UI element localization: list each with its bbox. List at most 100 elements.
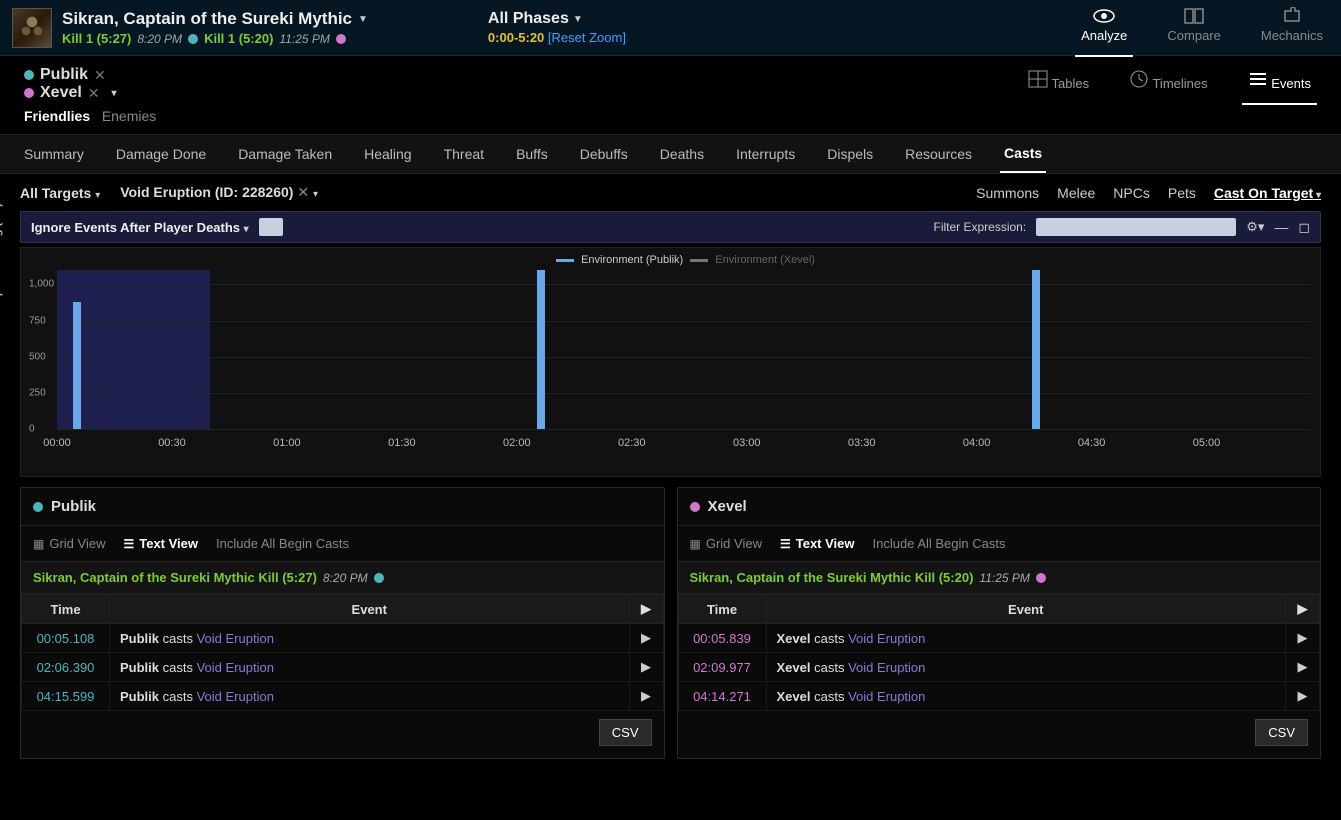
tab-casts[interactable]: Casts	[1000, 135, 1046, 173]
text-view-toggle[interactable]: ☰Text View	[123, 536, 198, 551]
spell-link[interactable]: Void Eruption	[848, 689, 925, 704]
player1-name[interactable]: Publik	[40, 66, 88, 84]
tab-dispels[interactable]: Dispels	[823, 136, 877, 172]
tab-mechanics[interactable]: Mechanics	[1255, 3, 1329, 53]
expand-row-icon[interactable]: ▶	[629, 653, 663, 682]
reset-zoom-link[interactable]: [Reset Zoom]	[548, 30, 626, 45]
tab-damage-taken[interactable]: Damage Taken	[234, 136, 336, 172]
event-time: 02:09.977	[678, 653, 766, 682]
spell-link[interactable]: Void Eruption	[848, 631, 925, 646]
view-events-label: Events	[1271, 76, 1311, 91]
table-row: 00:05.839Xevel casts Void Eruption▶	[678, 624, 1320, 653]
filter-melee[interactable]: Melee	[1057, 185, 1095, 201]
chart-bar[interactable]	[537, 270, 545, 429]
event-time: 04:15.599	[22, 682, 110, 711]
spell-link[interactable]: Void Eruption	[197, 689, 274, 704]
tab-deaths[interactable]: Deaths	[656, 136, 708, 172]
ignore-label: Ignore Events After Player Deaths	[31, 220, 240, 235]
expand-row-icon[interactable]: ▶	[1286, 682, 1320, 711]
view-tables[interactable]: Tables	[1022, 66, 1095, 101]
minimize-icon[interactable]: —	[1274, 219, 1288, 235]
legend-label[interactable]: Environment (Publik)	[578, 254, 686, 266]
filter-expression-input[interactable]	[1036, 218, 1236, 236]
ability-remove-icon[interactable]: ✕	[297, 184, 309, 200]
tab-summary[interactable]: Summary	[20, 136, 88, 172]
chart-bar[interactable]	[73, 302, 81, 429]
time-header[interactable]: Time	[678, 595, 766, 624]
table-row: 04:14.271Xevel casts Void Eruption▶	[678, 682, 1320, 711]
chevron-down-icon: ▾	[95, 190, 100, 201]
kill2-label[interactable]: Kill 1 (5:20)	[204, 31, 273, 46]
panel-header: Publik	[21, 488, 664, 526]
targets-label: All Targets	[20, 185, 91, 201]
maximize-icon[interactable]: ◻	[1298, 219, 1310, 236]
csv-button[interactable]: CSV	[599, 719, 652, 746]
tab-resources[interactable]: Resources	[901, 136, 976, 172]
view-timelines[interactable]: Timelines	[1123, 66, 1214, 101]
grid-icon: ▦	[690, 537, 701, 551]
event-desc: Xevel casts Void Eruption	[766, 624, 1286, 653]
event-header[interactable]: Event	[110, 595, 630, 624]
expand-row-icon[interactable]: ▶	[1286, 653, 1320, 682]
y-tick: 0	[29, 424, 35, 435]
events-table: TimeEvent▶00:05.839Xevel casts Void Erup…	[678, 594, 1321, 711]
csv-button[interactable]: CSV	[1255, 719, 1308, 746]
legend-label[interactable]: Environment (Xevel)	[712, 254, 815, 266]
tab-compare[interactable]: Compare	[1161, 3, 1226, 53]
chevron-down-icon: ▾	[313, 189, 318, 200]
event-header[interactable]: Event	[766, 595, 1286, 624]
kill1-label[interactable]: Kill 1 (5:27)	[62, 31, 131, 46]
tab-analyze[interactable]: Analyze	[1075, 3, 1133, 53]
grid-view-toggle[interactable]: ▦Grid View	[33, 536, 105, 551]
expand-row-icon[interactable]: ▶	[1286, 624, 1320, 653]
puzzle-icon	[1281, 7, 1303, 25]
spell-link[interactable]: Void Eruption	[197, 660, 274, 675]
expand-row-icon[interactable]: ▶	[629, 624, 663, 653]
tab-damage-done[interactable]: Damage Done	[112, 136, 210, 172]
player2-remove-icon[interactable]: ✕	[88, 85, 100, 102]
player2-name[interactable]: Xevel	[40, 84, 82, 102]
chart-plot-area[interactable]: 02505007501,00000:0000:3001:0001:3002:00…	[57, 270, 1310, 430]
expand-header[interactable]: ▶	[1286, 595, 1320, 624]
spell-link[interactable]: Void Eruption	[848, 660, 925, 675]
enemies-tab[interactable]: Enemies	[102, 108, 156, 124]
kill-time: 8:20 PM	[323, 571, 368, 585]
filter-pets[interactable]: Pets	[1168, 185, 1196, 201]
cast-chart[interactable]: Environment (Publik) Environment (Xevel)…	[20, 247, 1321, 477]
filter-npcs[interactable]: NPCs	[1113, 185, 1150, 201]
tab-buffs[interactable]: Buffs	[512, 136, 552, 172]
tab-debuffs[interactable]: Debuffs	[576, 136, 632, 172]
spell-link[interactable]: Void Eruption	[197, 631, 274, 646]
time-header[interactable]: Time	[22, 595, 110, 624]
ignore-dropdown[interactable]: Ignore Events After Player Deaths ▾	[31, 220, 249, 235]
expand-row-icon[interactable]: ▶	[629, 682, 663, 711]
toggle-box[interactable]	[259, 218, 283, 236]
tab-threat[interactable]: Threat	[440, 136, 488, 172]
tab-interrupts[interactable]: Interrupts	[732, 136, 799, 172]
expand-header[interactable]: ▶	[629, 595, 663, 624]
filter-summons[interactable]: Summons	[976, 185, 1039, 201]
friendlies-tab[interactable]: Friendlies	[24, 108, 90, 124]
ability-filter[interactable]: Void Eruption (ID: 228260) ✕ ▾	[120, 184, 318, 201]
include-begin-casts[interactable]: Include All Begin Casts	[873, 536, 1006, 551]
eye-icon	[1093, 7, 1115, 25]
y-tick: 750	[29, 315, 46, 326]
gear-icon[interactable]: ⚙▾	[1246, 219, 1264, 235]
player1-remove-icon[interactable]: ✕	[94, 67, 106, 84]
chevron-down-icon[interactable]: ▾	[112, 88, 117, 99]
targets-dropdown[interactable]: All Targets ▾	[20, 185, 100, 201]
filter-cast-on-target[interactable]: Cast On Target ▾	[1214, 185, 1321, 201]
event-desc: Publik casts Void Eruption	[110, 682, 630, 711]
x-tick: 00:00	[43, 437, 71, 449]
chart-bar[interactable]	[1032, 270, 1040, 429]
y-tick: 1,000	[29, 279, 54, 290]
boss-title-dropdown[interactable]: Sikran, Captain of the Sureki Mythic ▼	[62, 9, 368, 29]
gridline	[57, 321, 1310, 322]
tab-healing[interactable]: Healing	[360, 136, 415, 172]
include-begin-casts[interactable]: Include All Begin Casts	[216, 536, 349, 551]
grid-view-toggle[interactable]: ▦Grid View	[690, 536, 762, 551]
phase-dropdown[interactable]: All Phases ▼	[488, 10, 626, 28]
gridline	[57, 393, 1310, 394]
view-events[interactable]: Events	[1242, 66, 1317, 101]
text-view-toggle[interactable]: ☰Text View	[780, 536, 855, 551]
